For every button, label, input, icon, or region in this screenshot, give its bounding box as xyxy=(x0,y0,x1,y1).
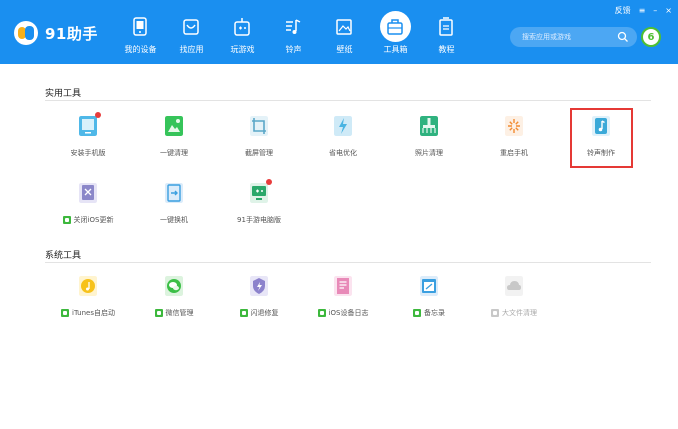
nav-label: 铃声 xyxy=(285,45,302,54)
flag-icon xyxy=(61,309,69,317)
flag-icon xyxy=(317,309,326,317)
section-divider xyxy=(45,262,651,263)
lightning-icon xyxy=(334,116,352,136)
selection-highlight xyxy=(570,108,633,168)
nav-tutorial[interactable]: 教程 xyxy=(424,0,469,64)
flag-icon xyxy=(62,216,71,224)
tool-phone-transfer[interactable]: 一键换机 xyxy=(139,183,209,239)
music-note-icon xyxy=(286,19,301,34)
tool-label: 一键换机 xyxy=(160,216,188,224)
logo-icon xyxy=(14,21,38,45)
tool-large-file-clean[interactable]: 大文件清理 xyxy=(479,276,549,332)
tool-label: 照片清理 xyxy=(415,149,443,157)
nav-label: 玩游戏 xyxy=(230,45,255,54)
tool-label: 微信管理 xyxy=(165,309,194,317)
broom-icon xyxy=(165,116,183,136)
pc-game-icon xyxy=(250,183,268,203)
device-icon xyxy=(133,17,147,36)
search-input[interactable]: 搜索应用或游戏 xyxy=(510,27,637,47)
tool-label: iTunes自启动 xyxy=(72,309,115,317)
memo-icon xyxy=(420,276,438,296)
gamepad-icon xyxy=(234,18,250,36)
menu-button[interactable]: ≡ xyxy=(639,6,646,15)
nav-my-device[interactable]: 我的设备 xyxy=(118,0,163,64)
app-name: 91助手 xyxy=(45,24,98,43)
tool-label: 重启手机 xyxy=(500,149,528,157)
flag-icon xyxy=(491,309,499,317)
tool-crash-repair[interactable]: 闪退修复 xyxy=(224,276,294,332)
tool-label: 大文件清理 xyxy=(502,309,537,317)
nav-wallpaper[interactable]: 壁纸 xyxy=(322,0,367,64)
flag-icon xyxy=(239,309,248,317)
nav-ringtones[interactable]: 铃声 xyxy=(271,0,316,64)
tool-label: 91手游电脑版 xyxy=(237,216,281,224)
flag-icon xyxy=(413,309,421,317)
image-icon xyxy=(336,19,352,35)
phone-transfer-icon xyxy=(165,183,183,203)
main-nav: 我的设备 找应用 玩游戏 铃声 壁纸 工具箱 教程 xyxy=(118,0,475,64)
tool-label: 省电优化 xyxy=(329,149,357,157)
ios-update-icon xyxy=(79,183,97,203)
tablet-icon xyxy=(79,116,97,136)
close-button[interactable]: × xyxy=(665,6,672,15)
tool-memo[interactable]: 备忘录 xyxy=(394,276,464,332)
tool-one-click-clean[interactable]: 一键清理 xyxy=(139,116,209,172)
tool-install-mobile[interactable]: 安装手机版 xyxy=(53,112,123,172)
shield-icon xyxy=(250,276,268,296)
tool-91-pc-games[interactable]: 91手游电脑版 xyxy=(224,179,294,239)
red-dot-badge xyxy=(266,179,272,185)
red-dot-badge xyxy=(95,112,101,118)
window-controls: 反馈 ≡ – × xyxy=(615,5,672,16)
itunes-icon xyxy=(79,276,97,296)
tool-disable-ios-update[interactable]: 关闭iOS更新 xyxy=(53,183,123,239)
tool-itunes-autostart[interactable]: iTunes自启动 xyxy=(53,276,123,332)
section-title-utilities: 实用工具 xyxy=(45,89,82,99)
toolbox-icon xyxy=(387,19,403,35)
search-placeholder: 搜索应用或游戏 xyxy=(522,33,571,41)
app-logo[interactable]: 91助手 xyxy=(14,19,98,47)
tool-photo-clean[interactable]: 照片清理 xyxy=(394,116,464,172)
notification-badge[interactable]: 6 xyxy=(641,27,661,47)
nav-games[interactable]: 玩游戏 xyxy=(220,0,265,64)
cloud-icon xyxy=(505,276,523,296)
nav-label: 我的设备 xyxy=(124,45,157,54)
tutorial-icon xyxy=(439,17,453,36)
tool-power-saving[interactable]: 省电优化 xyxy=(308,116,378,172)
app-header: 91助手 我的设备 找应用 玩游戏 铃声 壁纸 工具箱 教程 反馈 ≡ – × … xyxy=(0,0,678,64)
tool-label: 备忘录 xyxy=(424,309,445,317)
tool-label: 截屏管理 xyxy=(245,149,273,157)
tool-label: 关闭iOS更新 xyxy=(73,216,114,224)
tool-label: 安装手机版 xyxy=(70,149,106,157)
nav-label: 找应用 xyxy=(179,45,204,54)
log-icon xyxy=(334,276,352,296)
section-title-system: 系统工具 xyxy=(45,251,82,261)
tool-label: 闪退修复 xyxy=(250,309,279,317)
tool-screenshot-manager[interactable]: 截屏管理 xyxy=(224,116,294,172)
section-divider xyxy=(45,100,651,101)
nav-label: 教程 xyxy=(438,45,455,54)
search-icon[interactable] xyxy=(617,31,629,43)
restart-icon xyxy=(505,116,523,136)
wechat-icon xyxy=(165,276,183,296)
nav-label: 壁纸 xyxy=(336,45,353,54)
nav-label: 工具箱 xyxy=(383,45,408,54)
crop-icon xyxy=(250,116,268,136)
feedback-button[interactable]: 反馈 xyxy=(615,5,631,16)
photo-clean-icon xyxy=(420,116,438,136)
tool-label: 一键清理 xyxy=(160,149,188,157)
tool-label: iOS设备日志 xyxy=(328,309,369,317)
app-store-icon xyxy=(183,19,199,35)
nav-find-apps[interactable]: 找应用 xyxy=(169,0,214,64)
nav-toolbox[interactable]: 工具箱 xyxy=(373,0,418,64)
minimize-button[interactable]: – xyxy=(653,6,657,15)
tool-restart-phone[interactable]: 重启手机 xyxy=(479,116,549,172)
tool-wechat-manager[interactable]: 微信管理 xyxy=(139,276,209,332)
tool-ios-device-log[interactable]: iOS设备日志 xyxy=(308,276,378,332)
flag-icon xyxy=(154,309,163,317)
